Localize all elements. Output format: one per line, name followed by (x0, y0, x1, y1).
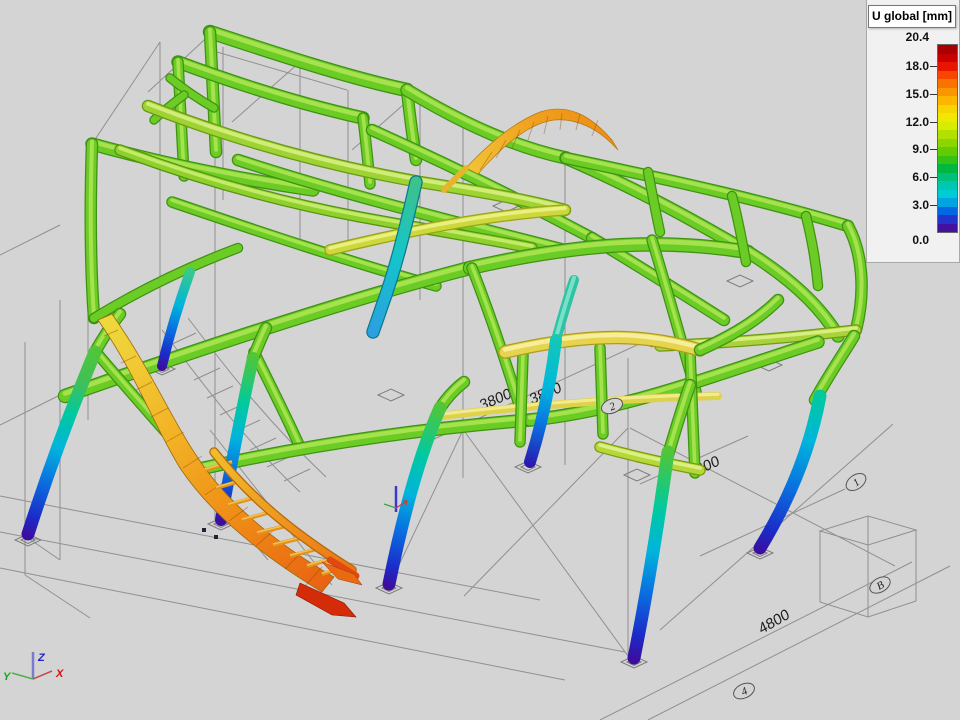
staircase (98, 314, 362, 617)
legend-tick: 6.0 (912, 170, 929, 184)
legend-tick: 12.0 (906, 115, 929, 129)
global-axis-triad: Z X Y (3, 652, 64, 683)
grid-bubble-1: 1 (843, 470, 869, 494)
axis-label-y: Y (3, 671, 12, 683)
result-viewport[interactable]: 3800 3800 300 4800 (0, 0, 960, 720)
grid-bubble-4: 4 (731, 680, 757, 702)
legend-tick: 3.0 (912, 198, 929, 212)
stair-red-tip (296, 583, 356, 617)
legend-tick: 15.0 (906, 87, 929, 101)
legend-tick: 18.0 (906, 59, 929, 73)
legend-panel: U global [mm] 20.4 18.0 15.0 12.0 9.0 6.… (866, 0, 960, 263)
legend-tick: 9.0 (912, 142, 929, 156)
dim-label-4800: 4800 (756, 606, 792, 638)
legend-max-value: 20.4 (906, 30, 929, 44)
legend-colorbar (937, 44, 958, 233)
grid-bubble-B: B (867, 573, 893, 596)
grid-bubbles: 2 1 B 4 (599, 395, 893, 702)
axis-label-x: X (55, 668, 64, 680)
axis-label-z: Z (37, 652, 46, 664)
structure-3d-view[interactable]: 3800 3800 300 4800 (0, 0, 960, 720)
legend-min-value: 0.0 (912, 233, 929, 247)
legend-title: U global [mm] (868, 5, 956, 28)
